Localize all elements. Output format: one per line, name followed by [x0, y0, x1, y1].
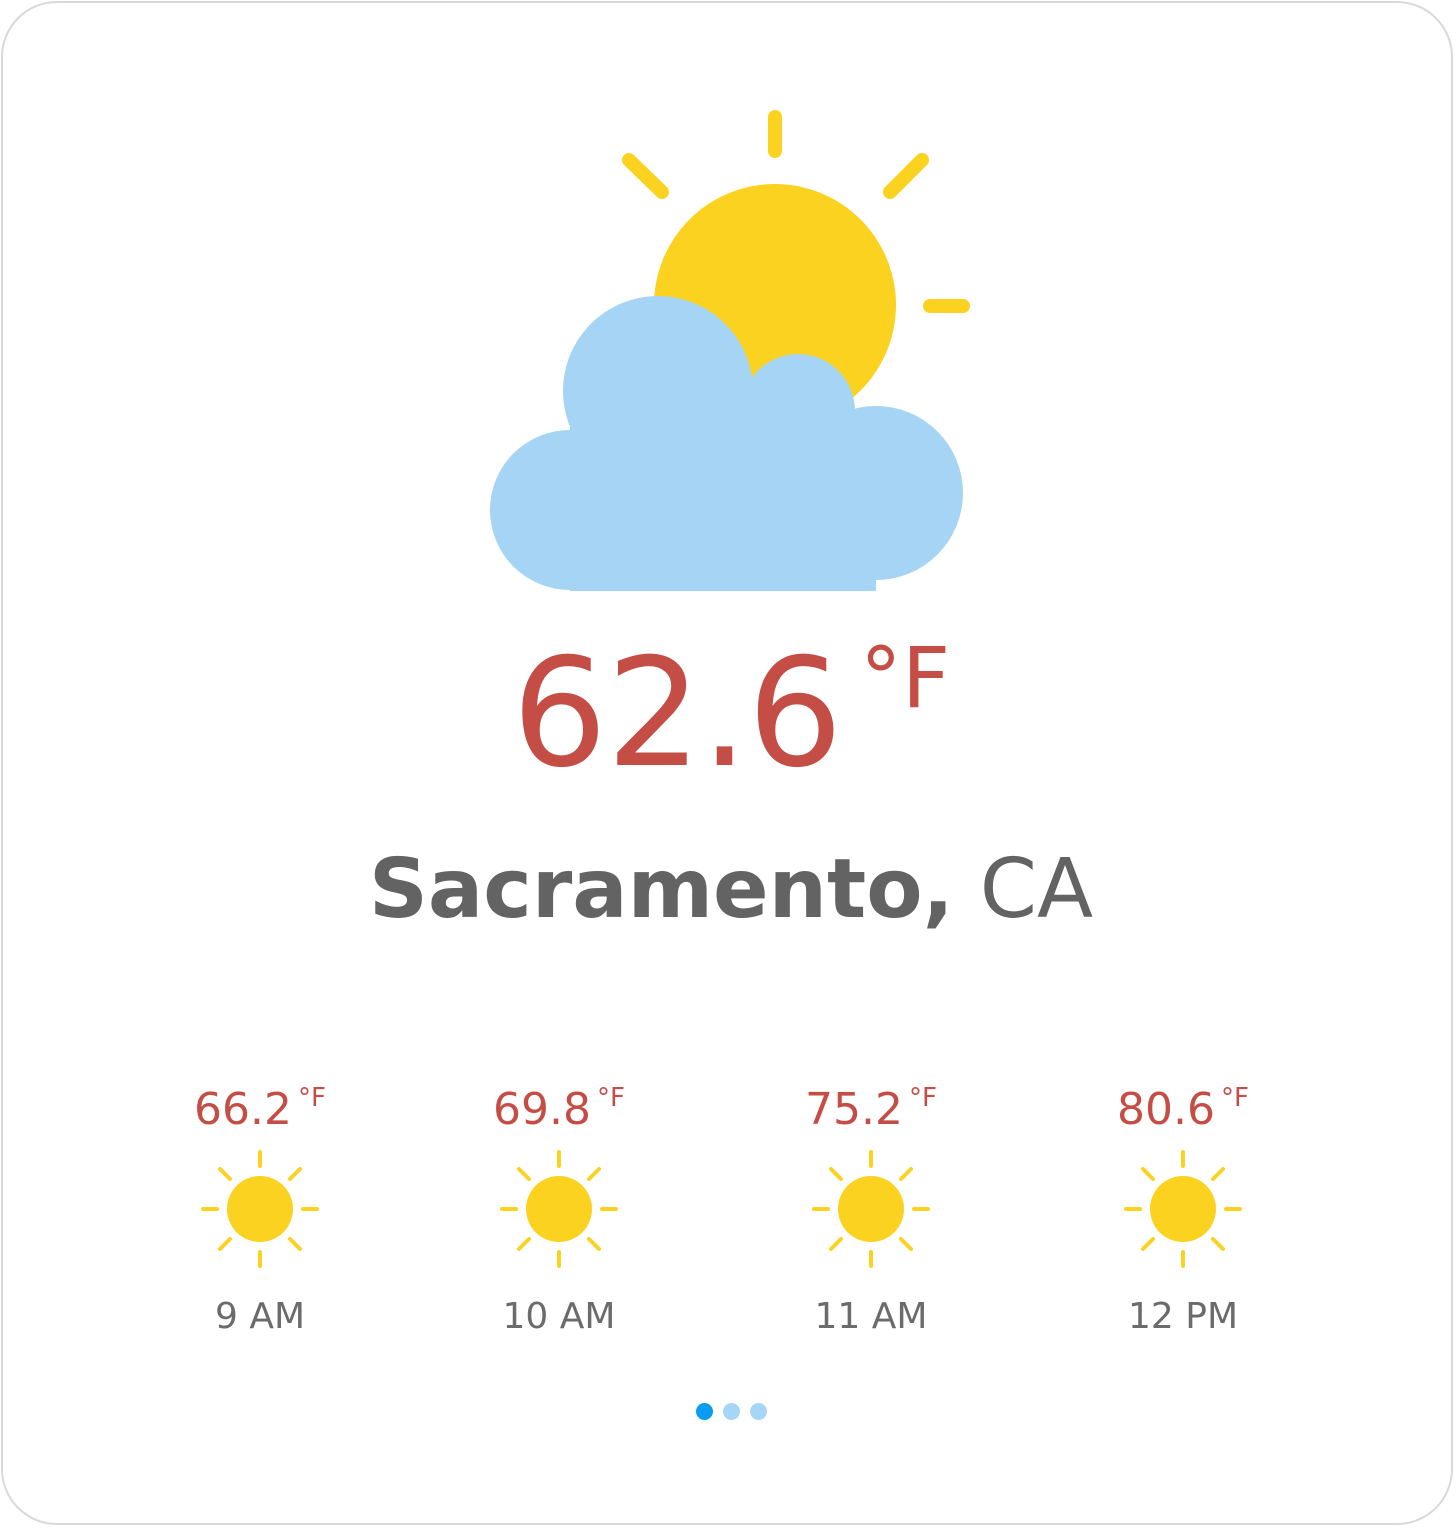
current-temperature-value: 62.6 [511, 627, 843, 801]
hourly-temperature-unit: °F [298, 1083, 326, 1113]
hourly-time: 9 AM [214, 1295, 306, 1337]
sun-icon [812, 1149, 930, 1268]
current-temperature-unit: °F [859, 629, 951, 727]
page-indicator [3, 1403, 1456, 1420]
hourly-temperature: 75.2 °F [761, 1083, 981, 1137]
hourly-time: 12 PM [1127, 1295, 1239, 1337]
sun-icon [500, 1149, 618, 1268]
hourly-forecast: 66.2 °F 9 AM 69.8 °F 10 AM 75.2 °F 11 AM… [3, 1083, 1456, 1353]
page-dot-2[interactable] [722, 1403, 740, 1420]
hourly-temperature-unit: °F [597, 1083, 625, 1113]
hourly-item: 66.2 °F 9 AM [150, 1083, 370, 1338]
hourly-temperature-value: 66.2 [194, 1084, 292, 1135]
hourly-temperature-value: 80.6 [1117, 1084, 1215, 1135]
hourly-temperature: 80.6 °F [1073, 1083, 1293, 1137]
location-city: Sacramento, [368, 842, 954, 937]
sun-icon [201, 1149, 319, 1268]
location-label: Sacramento, CA [3, 842, 1456, 937]
hourly-time: 10 AM [502, 1295, 616, 1337]
hourly-temperature: 69.8 °F [449, 1083, 669, 1137]
partly-cloudy-icon [490, 110, 970, 591]
hourly-temperature-value: 75.2 [805, 1084, 903, 1135]
hourly-item: 75.2 °F 11 AM [761, 1083, 981, 1338]
hourly-item: 80.6 °F 12 PM [1073, 1083, 1293, 1338]
hourly-item: 69.8 °F 10 AM [449, 1083, 669, 1338]
hourly-temperature-unit: °F [1221, 1083, 1249, 1113]
page-dot-3[interactable] [749, 1403, 767, 1420]
hourly-temperature: 66.2 °F [150, 1083, 370, 1137]
weather-card: 62.6 °F Sacramento, CA 66.2 °F 9 AM 69.8… [1, 1, 1453, 1525]
hourly-temperature-unit: °F [909, 1083, 937, 1113]
page-dot-1[interactable] [695, 1403, 713, 1420]
sun-icon [1124, 1149, 1242, 1268]
hourly-time: 11 AM [814, 1295, 928, 1337]
hourly-temperature-value: 69.8 [493, 1084, 591, 1135]
location-state: CA [979, 842, 1094, 937]
current-temperature: 62.6 °F [3, 629, 1456, 789]
